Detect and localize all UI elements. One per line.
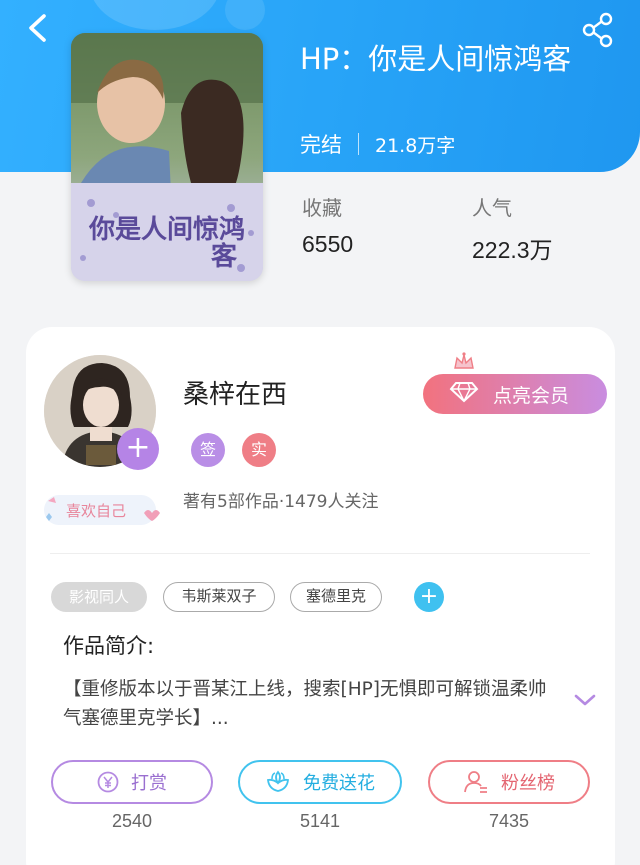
favorites-label: 收藏 xyxy=(302,196,342,220)
word-count: 21.8万字 xyxy=(375,134,456,157)
reward-button[interactable]: 打赏 xyxy=(51,760,213,804)
book-meta: 完结 21.8万字 xyxy=(300,128,455,160)
author-summary: 著有5部作品·1479人关注 xyxy=(183,492,379,512)
add-tag-button[interactable]: + xyxy=(414,582,444,612)
crown-icon xyxy=(454,352,474,369)
meta-divider xyxy=(358,133,359,155)
flower-icon xyxy=(265,769,291,795)
book-title: HP：你是人间惊鸿客 xyxy=(300,42,572,76)
user-icon xyxy=(463,769,489,795)
vip-button-label: 点亮会员 xyxy=(493,384,570,407)
tag-cedric[interactable]: 塞德里克 xyxy=(290,582,382,612)
fan-ranking-count: 7435 xyxy=(488,811,530,831)
tag-category[interactable]: 影视同人 xyxy=(51,582,147,612)
fan-ranking-label: 粉丝榜 xyxy=(501,773,555,794)
diamond-icon xyxy=(449,381,479,408)
chevron-down-icon[interactable] xyxy=(572,690,598,710)
decor-bubble xyxy=(225,0,265,30)
plus-icon: + xyxy=(125,430,151,465)
divider xyxy=(50,553,590,554)
send-flower-label: 免费送花 xyxy=(303,773,375,794)
yen-icon xyxy=(97,771,119,793)
author-name[interactable]: 桑梓在西 xyxy=(183,374,287,411)
like-self-bubble: 喜欢自己 xyxy=(44,495,160,525)
send-flower-count: 5141 xyxy=(299,811,341,831)
vip-button[interactable]: 点亮会员 xyxy=(423,374,607,414)
tag-weasley-twins[interactable]: 韦斯莱双子 xyxy=(163,582,275,612)
decor-bubble xyxy=(90,0,220,30)
follow-plus-button[interactable]: + xyxy=(117,428,159,470)
send-flower-button[interactable]: 免费送花 xyxy=(238,760,402,804)
book-cover-art: 你是人间惊鸿 客 xyxy=(71,33,263,281)
reward-count: 2540 xyxy=(111,811,153,831)
intro-heading: 作品简介: xyxy=(63,634,155,658)
cover-title-text: 客 xyxy=(211,241,238,272)
fan-ranking-button[interactable]: 粉丝榜 xyxy=(428,760,590,804)
like-self-label: 喜欢自己 xyxy=(66,502,126,520)
signed-badge: 签 xyxy=(191,433,225,467)
cover-title-text: 你是人间惊鸿 xyxy=(88,214,245,245)
book-status: 完结 xyxy=(300,133,342,157)
plus-icon: + xyxy=(419,584,439,609)
intro-text: 【重修版本以于晋某江上线，搜索[HP]无惧即可解锁温柔帅气塞德里克学长】... xyxy=(63,679,547,729)
favorites-value: 6550 xyxy=(302,231,354,257)
verified-badge: 实 xyxy=(242,433,276,467)
reward-label: 打赏 xyxy=(131,773,167,794)
chevron-left-icon xyxy=(29,14,46,42)
back-button[interactable] xyxy=(18,10,58,46)
book-cover[interactable]: 你是人间惊鸿 客 xyxy=(71,33,263,281)
popularity-label: 人气 xyxy=(472,196,512,220)
popularity-value: 222.3万 xyxy=(472,237,553,263)
like-self-badge[interactable]: 喜欢自己 xyxy=(40,493,162,527)
